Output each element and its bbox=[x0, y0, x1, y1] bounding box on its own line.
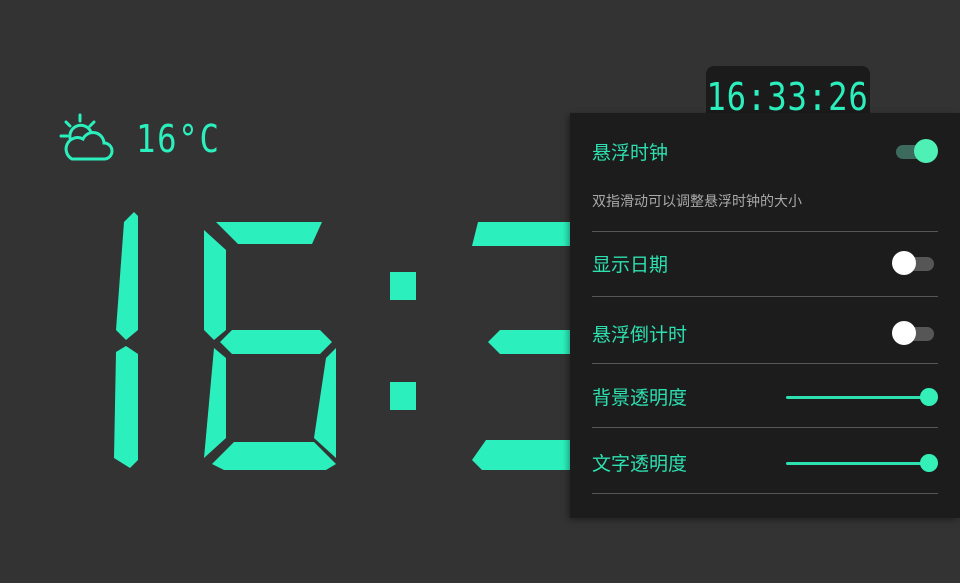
show-date-label: 显示日期 bbox=[592, 253, 669, 276]
divider bbox=[592, 363, 938, 364]
toggle-knob bbox=[914, 139, 938, 163]
big-clock-digit-1-lower bbox=[114, 346, 138, 468]
setting-text-opacity: 文字透明度 bbox=[592, 449, 938, 476]
big-clock-digit-6-middle bbox=[220, 330, 332, 354]
show-date-toggle[interactable] bbox=[892, 249, 938, 277]
settings-panel: 悬浮时钟 双指滑动可以调整悬浮时钟的大小 显示日期 悬浮倒计时 背景透明度 文字… bbox=[570, 113, 960, 518]
setting-floating-countdown: 悬浮倒计时 bbox=[592, 319, 938, 347]
partly-cloudy-icon bbox=[59, 113, 114, 161]
big-clock-digit-1-upper bbox=[116, 212, 138, 340]
setting-floating-clock: 悬浮时钟 bbox=[592, 137, 938, 165]
floating-countdown-toggle[interactable] bbox=[892, 319, 938, 347]
divider bbox=[592, 231, 938, 232]
background-opacity-label: 背景透明度 bbox=[592, 387, 688, 409]
setting-background-opacity: 背景透明度 bbox=[592, 383, 938, 410]
big-clock-colon-top bbox=[390, 272, 416, 300]
toggle-knob bbox=[892, 251, 916, 275]
big-clock-colon-bottom bbox=[390, 382, 416, 410]
divider bbox=[592, 296, 938, 297]
big-clock-digit-6-lower-left bbox=[204, 348, 226, 458]
floating-clock-toggle[interactable] bbox=[892, 137, 938, 165]
big-clock-digit-6-top bbox=[216, 222, 322, 244]
big-clock-digit-6-lower-right bbox=[314, 348, 336, 458]
floating-clock-time: 16:33:26 bbox=[706, 75, 870, 119]
text-opacity-slider[interactable] bbox=[786, 452, 938, 474]
floating-clock-label: 悬浮时钟 bbox=[592, 141, 669, 164]
divider bbox=[592, 427, 938, 428]
floating-countdown-label: 悬浮倒计时 bbox=[592, 323, 688, 346]
slider-thumb[interactable] bbox=[920, 387, 938, 406]
divider bbox=[592, 493, 938, 494]
big-clock-digit-3-top bbox=[472, 222, 580, 246]
weather-widget: 16°C bbox=[58, 112, 236, 166]
temperature-text: 16°C bbox=[136, 117, 221, 161]
big-segment-clock bbox=[114, 212, 580, 470]
big-clock-digit-3-bottom bbox=[472, 440, 580, 470]
background-opacity-slider[interactable] bbox=[786, 386, 938, 408]
slider-rail bbox=[786, 461, 938, 465]
setting-show-date: 显示日期 bbox=[592, 249, 938, 277]
big-clock-digit-6-upper-left bbox=[204, 230, 226, 340]
floating-clock-hint: 双指滑动可以调整悬浮时钟的大小 bbox=[592, 194, 802, 210]
big-clock-digit-6-bottom bbox=[212, 442, 336, 470]
slider-rail bbox=[786, 395, 938, 399]
big-clock-digit-3-middle bbox=[488, 330, 580, 354]
toggle-knob bbox=[892, 321, 916, 345]
slider-thumb[interactable] bbox=[920, 453, 938, 472]
text-opacity-label: 文字透明度 bbox=[592, 453, 688, 475]
